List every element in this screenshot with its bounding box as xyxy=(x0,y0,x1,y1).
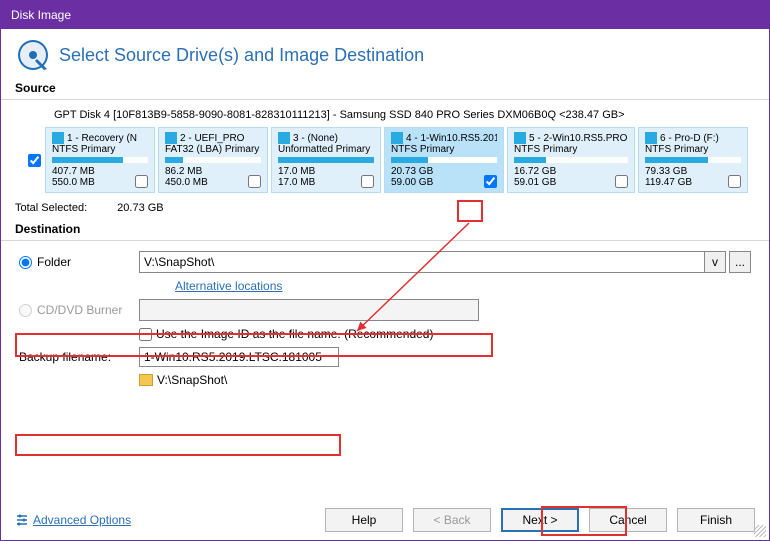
folder-dropdown-button[interactable]: v xyxy=(704,251,726,273)
page-title: Select Source Drive(s) and Image Destina… xyxy=(59,45,424,66)
usage-bar xyxy=(278,157,374,163)
partition-fs: NTFS Primary xyxy=(645,144,741,155)
total-label: Total Selected: xyxy=(15,202,87,214)
partition-name: 1 - Recovery (N xyxy=(67,133,137,144)
os-flag-icon xyxy=(645,132,657,144)
partition-checkbox[interactable] xyxy=(615,175,628,188)
finish-button[interactable]: Finish xyxy=(677,508,755,532)
partition-5[interactable]: 5 - 2-Win10.RS5.PRO.WORKNTFS Primary 16.7… xyxy=(507,127,635,193)
cancel-button[interactable]: Cancel xyxy=(589,508,667,532)
partition-fs: FAT32 (LBA) Primary xyxy=(165,144,261,155)
use-image-id-checkbox[interactable]: Use the Image ID as the file name. (Reco… xyxy=(139,327,751,341)
advanced-options-label: Advanced Options xyxy=(33,513,131,527)
partition-1[interactable]: 1 - Recovery (NNTFS Primary 407.7 MB550.0… xyxy=(45,127,155,193)
partition-checkbox[interactable] xyxy=(361,175,374,188)
page-header: Select Source Drive(s) and Image Destina… xyxy=(1,29,769,79)
back-button: < Back xyxy=(413,508,491,532)
destination-folder-text: V:\SnapShot\ xyxy=(157,373,227,387)
use-image-id-input[interactable] xyxy=(139,328,152,341)
partition-name: 2 - UEFI_PRO xyxy=(180,133,244,144)
partition-sizes: 20.73 GB59.00 GB xyxy=(391,166,433,188)
destination-panel: Folder v ... Alternative locations CD/DV… xyxy=(1,247,769,391)
usage-bar xyxy=(514,157,628,163)
partition-fs: NTFS Primary xyxy=(52,144,148,155)
partition-fs: NTFS Primary xyxy=(391,144,497,155)
folder-radio-label: Folder xyxy=(37,255,71,269)
partition-checkbox[interactable] xyxy=(248,175,261,188)
sliders-icon xyxy=(15,513,29,527)
disk-master-checkbox-cell xyxy=(28,127,41,193)
folder-path-input[interactable] xyxy=(139,251,704,273)
destination-folder-display: V:\SnapShot\ xyxy=(139,373,751,387)
usage-bar xyxy=(165,157,261,163)
disk-icon xyxy=(15,37,51,73)
partition-2[interactable]: 2 - UEFI_PROFAT32 (LBA) Primary 86.2 MB45… xyxy=(158,127,268,193)
os-flag-icon xyxy=(278,132,290,144)
destination-label: Destination xyxy=(1,220,769,238)
source-label: Source xyxy=(1,79,769,97)
partition-name: 4 - 1-Win10.RS5.2019.L xyxy=(406,133,497,144)
partition-row: 1 - Recovery (NNTFS Primary407.7 MB550.0… xyxy=(24,127,750,193)
cd-dvd-select xyxy=(139,299,479,321)
cd-dvd-radio: CD/DVD Burner xyxy=(19,303,139,317)
total-selected: Total Selected: 20.73 GB xyxy=(1,194,769,220)
os-flag-icon xyxy=(391,132,403,144)
window-title: Disk Image xyxy=(11,8,71,22)
partition-name: 5 - 2-Win10.RS5.PRO.WORK xyxy=(529,133,628,144)
partition-sizes: 86.2 MB450.0 MB xyxy=(165,166,208,188)
partition-checkbox[interactable] xyxy=(484,175,497,188)
resize-grip[interactable] xyxy=(754,525,766,537)
folder-icon xyxy=(139,374,153,386)
cd-dvd-radio-input xyxy=(19,304,32,317)
annotation-box xyxy=(15,434,341,456)
help-button[interactable]: Help xyxy=(325,508,403,532)
partition-4[interactable]: 4 - 1-Win10.RS5.2019.LNTFS Primary 20.73 … xyxy=(384,127,504,193)
os-flag-icon xyxy=(52,132,64,144)
browse-button[interactable]: ... xyxy=(729,251,751,273)
os-flag-icon xyxy=(165,132,177,144)
total-value: 20.73 GB xyxy=(117,202,163,214)
os-flag-icon xyxy=(514,132,526,144)
partition-fs: NTFS Primary xyxy=(514,144,628,155)
use-image-id-label: Use the Image ID as the file name. (Reco… xyxy=(156,327,433,341)
partition-3[interactable]: 3 - (None)Unformatted Primary 17.0 MB17.0… xyxy=(271,127,381,193)
title-bar: Disk Image xyxy=(1,1,769,29)
usage-bar xyxy=(645,157,741,163)
partition-checkbox[interactable] xyxy=(135,175,148,188)
partition-sizes: 17.0 MB17.0 MB xyxy=(278,166,315,188)
cd-dvd-radio-label: CD/DVD Burner xyxy=(37,303,122,317)
partition-sizes: 79.33 GB119.47 GB xyxy=(645,166,692,188)
divider xyxy=(1,240,769,241)
partition-fs: Unformatted Primary xyxy=(278,144,374,155)
footer: Advanced Options Help < Back Next > Canc… xyxy=(1,500,769,540)
alternative-locations-link[interactable]: Alternative locations xyxy=(175,279,282,293)
backup-filename-input[interactable] xyxy=(139,347,339,367)
partition-sizes: 407.7 MB550.0 MB xyxy=(52,166,95,188)
usage-bar xyxy=(52,157,148,163)
partition-name: 3 - (None) xyxy=(293,133,338,144)
advanced-options-link[interactable]: Advanced Options xyxy=(15,513,131,527)
partition-name: 6 - Pro-D (F:) xyxy=(660,133,719,144)
next-button[interactable]: Next > xyxy=(501,508,579,532)
folder-radio-input[interactable] xyxy=(19,256,32,269)
source-panel: GPT Disk 4 [10F813B9-5858-9090-8081-8283… xyxy=(23,106,751,194)
disk-master-checkbox[interactable] xyxy=(28,154,41,167)
partition-6[interactable]: 6 - Pro-D (F:)NTFS Primary 79.33 GB119.47… xyxy=(638,127,748,193)
partition-sizes: 16.72 GB59.01 GB xyxy=(514,166,556,188)
backup-filename-label: Backup filename: xyxy=(19,350,139,364)
usage-bar xyxy=(391,157,497,163)
disk-header: GPT Disk 4 [10F813B9-5858-9090-8081-8283… xyxy=(24,107,750,127)
folder-radio[interactable]: Folder xyxy=(19,255,139,269)
partition-checkbox[interactable] xyxy=(728,175,741,188)
divider xyxy=(1,99,769,100)
